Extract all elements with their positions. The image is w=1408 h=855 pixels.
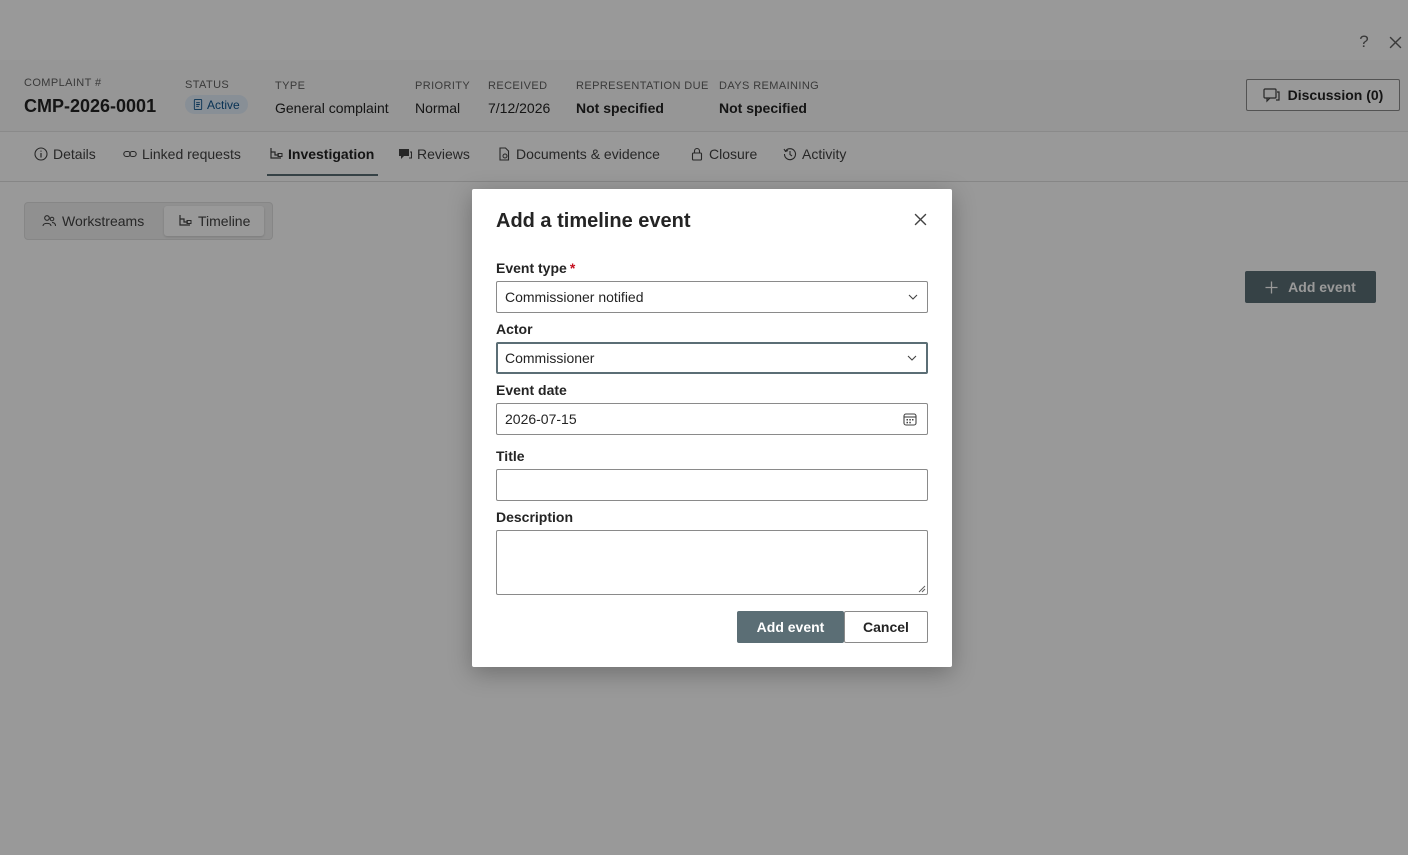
event-type-select[interactable]: Commissioner notified: [496, 281, 928, 313]
event-type-label: Event type: [496, 260, 567, 276]
event-type-value: Commissioner notified: [505, 289, 644, 305]
dialog-title: Add a timeline event: [496, 210, 691, 232]
description-label: Description: [496, 509, 574, 525]
event-date-field[interactable]: 2026-07-15: [496, 403, 928, 435]
title-input[interactable]: [496, 469, 928, 501]
add-timeline-event-dialog: Add a timeline event Event type * Commiss…: [472, 189, 952, 667]
event-date-label: Event date: [496, 382, 567, 398]
chevron-down-icon: [907, 355, 917, 361]
add-event-submit-button[interactable]: Add event: [737, 611, 844, 643]
actor-value: Commissioner: [505, 350, 595, 366]
event-type-label-row: Event type *: [496, 259, 575, 277]
close-icon: [914, 213, 926, 225]
dialog-close-button[interactable]: [910, 209, 930, 229]
cancel-button[interactable]: Cancel: [844, 611, 928, 643]
actor-label: Actor: [496, 321, 533, 337]
event-date-value: 2026-07-15: [505, 411, 577, 427]
title-label: Title: [496, 448, 525, 464]
calendar-icon[interactable]: [903, 412, 917, 426]
resize-handle-icon[interactable]: [918, 585, 926, 593]
chevron-down-icon: [908, 294, 918, 300]
description-textarea[interactable]: [496, 530, 928, 595]
required-marker: *: [569, 260, 576, 276]
actor-select[interactable]: Commissioner: [496, 342, 928, 374]
